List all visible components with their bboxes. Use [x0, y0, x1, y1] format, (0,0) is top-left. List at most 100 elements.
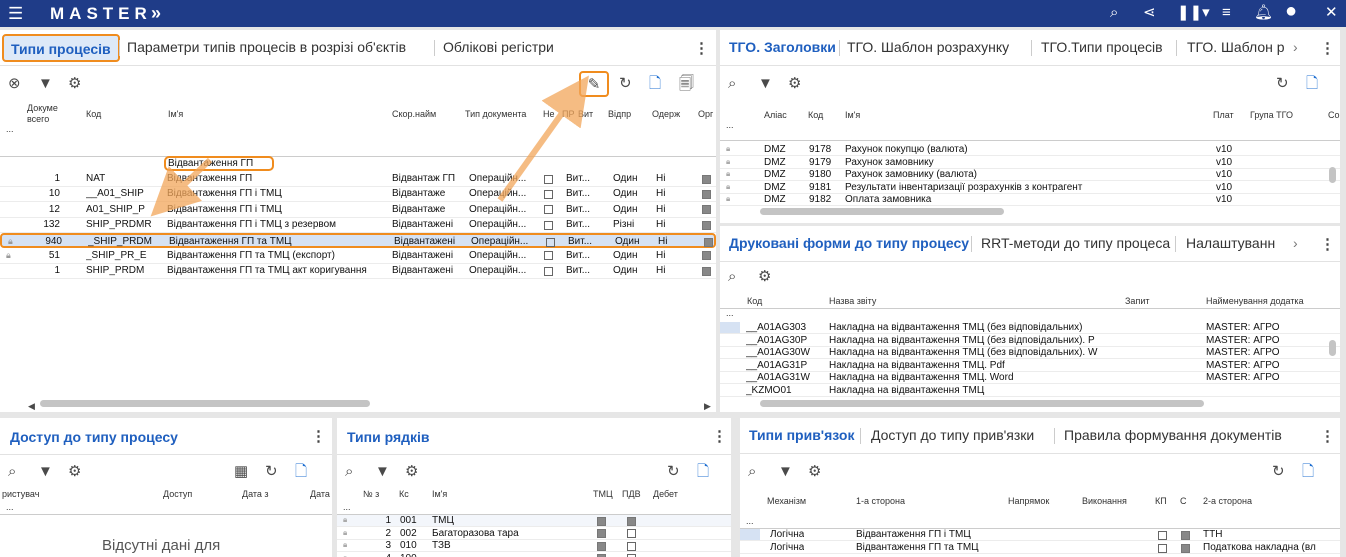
kebab-menu-icon[interactable]: ⋮: [311, 427, 326, 445]
col-name[interactable]: Ім'я: [845, 110, 860, 120]
table-row[interactable]: 🔒︎ 51 _SHIP_PR_E Відвантаження ГП та ТМЦ (е…: [0, 249, 716, 264]
search-clear-icon[interactable]: ⊗: [8, 75, 21, 93]
table-row[interactable]: __A01AG31W Накладна на відвантаження ТМЦ.…: [720, 372, 1340, 384]
table-row[interactable]: 🔒︎ 3 010 ТЗВ: [337, 540, 731, 552]
table-row[interactable]: 🔒︎ DMZ 9182 Оплата замовника v10: [720, 194, 1340, 206]
table-row[interactable]: 🔒︎ 4 100: [337, 553, 731, 557]
settings-gear-icon[interactable]: ⚙: [808, 463, 821, 481]
edit-pencil-icon[interactable]: ✎: [579, 71, 609, 97]
expand-button[interactable]: »: [151, 3, 161, 24]
table-view-icon[interactable]: ▦: [234, 463, 248, 481]
col-code[interactable]: Код: [86, 109, 101, 119]
tabs-next-icon[interactable]: ›: [1293, 235, 1298, 251]
table-row[interactable]: __A01AG303 Накладна на відвантаження ТМЦ …: [720, 322, 1340, 334]
table-row[interactable]: __A01AG30W Накладна на відвантаження ТМЦ …: [720, 347, 1340, 359]
checkbox[interactable]: [1158, 530, 1167, 541]
checkbox[interactable]: [702, 174, 711, 185]
col-number[interactable]: № з: [363, 489, 379, 499]
col-side1[interactable]: 1-а сторона: [856, 496, 905, 506]
table-row[interactable]: 10 __A01_SHIP Відвантаження ГП і ТМЦ Відван…: [0, 187, 716, 203]
tab-link-types[interactable]: Типи прив'язок: [749, 427, 854, 443]
row-selector[interactable]: [740, 529, 760, 540]
name-filter-input[interactable]: Відвантаження ГП: [164, 156, 274, 171]
table-row[interactable]: 12 A01_SHIP_P Відвантаження ГП і ТМЦ Відван…: [0, 203, 716, 218]
col-side2[interactable]: 2-а сторона: [1203, 496, 1252, 506]
col-ne[interactable]: Не: [543, 109, 555, 119]
checkbox[interactable]: [1181, 530, 1190, 541]
col-so[interactable]: Со ТХ: [1328, 110, 1340, 120]
share-icon[interactable]: ⋖: [1143, 4, 1156, 22]
col-app-name[interactable]: Найменування додатка: [1206, 296, 1304, 306]
settings-gear-icon[interactable]: ⚙: [68, 75, 81, 93]
col-code[interactable]: Кс: [399, 489, 409, 499]
col-name[interactable]: Ім'я: [168, 109, 183, 119]
hamburger-icon[interactable]: ☰: [8, 5, 23, 22]
filter-icon[interactable]: ▼: [38, 463, 53, 481]
settings-gear-icon[interactable]: ⚙: [788, 75, 801, 93]
col-plat[interactable]: Плат: [1213, 110, 1234, 120]
new-document-icon[interactable]: 🗋: [295, 463, 307, 481]
col-short[interactable]: Скор.найм: [392, 109, 436, 119]
table-row[interactable]: __A01AG30P Накладна на відвантаження ТМЦ …: [720, 335, 1340, 347]
col-report-name[interactable]: Назва звіту: [829, 296, 876, 306]
table-row[interactable]: 🔒︎ 940 _SHIP_PRDM Відвантаження ГП та ТМЦ Ві…: [0, 233, 716, 249]
checkbox[interactable]: [597, 554, 606, 557]
bell-icon[interactable]: 🔔︎: [1254, 4, 1273, 22]
tab-process-params[interactable]: Параметри типів процесів в розрізі об'єк…: [127, 39, 406, 55]
col-execution[interactable]: Виконання: [1082, 496, 1127, 506]
col-mechanism[interactable]: Механізм: [767, 496, 806, 506]
table-row[interactable]: 🔒︎ 1 001 ТМЦ: [337, 515, 731, 527]
col-code[interactable]: Код: [808, 110, 823, 120]
new-document-icon[interactable]: 🗋: [649, 75, 661, 93]
tab-tgo-process-types[interactable]: ТГО.Типи процесів: [1041, 39, 1163, 55]
col-org[interactable]: Орг: [698, 109, 713, 119]
scroll-right-icon[interactable]: ▶: [704, 397, 711, 412]
col-direction[interactable]: Напрямок: [1008, 496, 1049, 506]
col-vit[interactable]: Вит: [578, 109, 593, 119]
filter-icon[interactable]: ▼: [38, 75, 53, 93]
search-icon[interactable]: ⌕: [345, 463, 353, 481]
col-doctype[interactable]: Тип документа: [465, 109, 526, 119]
kebab-menu-icon[interactable]: ⋮: [712, 427, 727, 445]
search-icon[interactable]: ⌕: [728, 75, 736, 93]
refresh-icon[interactable]: ↻: [1272, 463, 1285, 481]
scroll-left-icon[interactable]: ◀: [28, 397, 35, 412]
checkbox[interactable]: [702, 205, 711, 216]
pause-icon[interactable]: ❚❚▾: [1177, 4, 1210, 22]
table-row[interactable]: 🔒︎ 2 002 Багаторазова тара: [337, 528, 731, 540]
table-row[interactable]: Логічна Відвантаження ГП і ТМЦ ТТН: [740, 529, 1340, 541]
checkbox[interactable]: [627, 516, 636, 527]
col-send[interactable]: Відпр: [608, 109, 631, 119]
checkbox[interactable]: [544, 266, 553, 277]
col-date-from[interactable]: Дата з: [242, 489, 269, 499]
col-access[interactable]: Доступ: [163, 489, 192, 499]
col-c[interactable]: С: [1180, 496, 1187, 506]
col-recv[interactable]: Одерж: [652, 109, 680, 119]
tab-rrt-methods[interactable]: RRT-методи до типу процеса: [981, 235, 1170, 251]
account-icon[interactable]: ●: [1285, 1, 1297, 21]
tab-tgo-headers[interactable]: ТГО. Заголовки: [729, 39, 836, 55]
tab-tgo-template-2[interactable]: ТГО. Шаблон р: [1187, 39, 1285, 55]
tab-doc-rules[interactable]: Правила формування документів: [1064, 427, 1282, 443]
col-tmc[interactable]: ТМЦ: [593, 489, 613, 499]
col-tgo-group[interactable]: Група ТГО: [1250, 110, 1293, 120]
table-row[interactable]: Логічна Відвантаження ГП та ТМЦ Податкова …: [740, 542, 1340, 554]
checkbox[interactable]: [544, 220, 553, 231]
col-code[interactable]: Код: [747, 296, 762, 306]
checkbox[interactable]: [702, 266, 711, 277]
checkbox[interactable]: [627, 554, 636, 557]
checkbox[interactable]: [702, 251, 711, 262]
kebab-menu-icon[interactable]: ⋮: [694, 39, 709, 57]
tab-tgo-template[interactable]: ТГО. Шаблон розрахунку: [847, 39, 1009, 55]
checkbox[interactable]: [597, 541, 606, 552]
kebab-menu-icon[interactable]: ⋮: [1320, 39, 1335, 57]
col-alias[interactable]: Аліас: [764, 110, 787, 120]
filter-settings-icon[interactable]: ≡: [1222, 4, 1231, 22]
table-row[interactable]: 🔒︎ DMZ 9180 Рахунок замовнику (валюта) v10: [720, 169, 1340, 181]
refresh-icon[interactable]: ↻: [619, 75, 632, 93]
tab-process-types[interactable]: Типи процесів: [2, 34, 120, 62]
table-row[interactable]: 🔒︎ DMZ 9181 Результати інвентаризації розра…: [720, 182, 1340, 194]
search-icon[interactable]: ⌕: [748, 463, 756, 481]
new-document-icon[interactable]: 🗋: [1302, 463, 1314, 481]
tab-print-forms[interactable]: Друковані форми до типу процесу: [729, 235, 969, 251]
